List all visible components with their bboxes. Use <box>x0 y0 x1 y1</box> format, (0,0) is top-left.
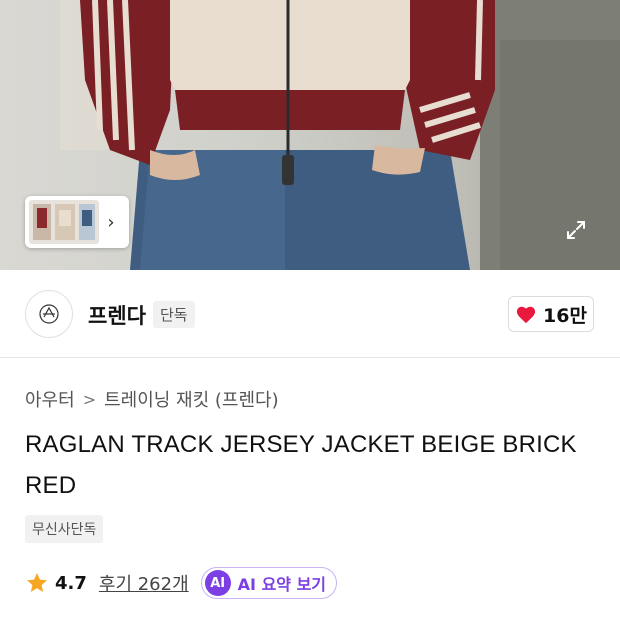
breadcrumb: 아우터 > 트레이닝 재킷 (프렌다) <box>25 386 279 412</box>
like-count: 16만 <box>543 304 587 327</box>
exclusive-badge: 단독 <box>153 301 195 328</box>
chevron-right-icon[interactable]: › <box>99 200 123 244</box>
expand-icon[interactable] <box>558 212 594 248</box>
brand-row: 프렌다 단독 16만 <box>0 270 620 358</box>
rating-score: 4.7 <box>55 572 87 594</box>
brand-name[interactable]: 프렌다 <box>88 300 146 330</box>
star-icon <box>27 573 47 592</box>
ai-summary-button[interactable]: AI AI 요약 보기 <box>200 567 338 599</box>
thumbnail-image[interactable] <box>29 200 99 244</box>
ai-icon: AI <box>204 570 231 596</box>
brand-logo[interactable] <box>25 290 73 338</box>
product-title: RAGLAN TRACK JERSEY JACKET BEIGE BRICK R… <box>25 431 577 499</box>
thumbnail-strip[interactable]: › <box>25 196 129 248</box>
product-tag: 무신사단독 <box>25 515 104 543</box>
rating-row: 4.7 후기 262개 AI AI 요약 보기 <box>25 566 338 600</box>
breadcrumb-subcategory[interactable]: 트레이닝 재킷 (프렌다) <box>104 386 279 412</box>
chevron-right-icon: > <box>82 389 97 409</box>
ai-summary-label: AI 요약 보기 <box>237 575 327 594</box>
product-hero-image[interactable]: › <box>0 0 620 270</box>
like-button[interactable]: 16만 <box>508 296 594 332</box>
reviews-link[interactable]: 후기 262개 <box>99 570 189 596</box>
heart-icon <box>516 306 536 324</box>
breadcrumb-category[interactable]: 아우터 <box>25 386 75 412</box>
